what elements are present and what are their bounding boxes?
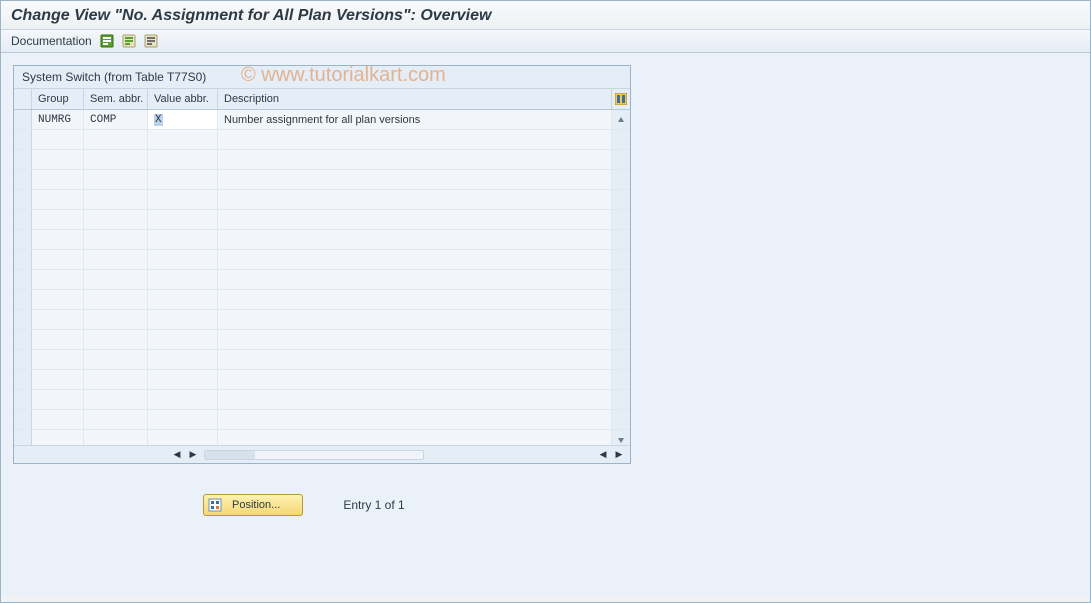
content-area: System Switch (from Table T77S0) Group S… [1, 53, 1090, 596]
cell-desc: Number assignment for all plan versions [218, 110, 612, 129]
scrollbar-track[interactable] [204, 450, 424, 460]
cell-value[interactable]: X [148, 110, 218, 129]
cell-group: NUMRG [32, 110, 84, 129]
position-button[interactable]: Position... [203, 494, 303, 516]
table-row[interactable]: NUMRG COMP X Number assignment for all p… [14, 110, 630, 130]
documentation-link[interactable]: Documentation [11, 34, 92, 48]
cell-sem: COMP [84, 110, 148, 129]
table-title: System Switch (from Table T77S0) [14, 66, 630, 89]
table-body: NUMRG COMP X Number assignment for all p… [14, 110, 630, 445]
scrollbar-thumb[interactable] [205, 451, 255, 459]
toolbar-icon-3[interactable] [144, 34, 158, 48]
scroll-left-end-icon[interactable]: ◀ [596, 449, 610, 461]
position-icon [208, 498, 222, 512]
scroll-left-icon[interactable]: ◀ [170, 449, 184, 461]
toolbar-icon-2[interactable] [122, 34, 136, 48]
table-container: System Switch (from Table T77S0) Group S… [13, 65, 631, 464]
scroll-right-end-icon[interactable]: ▶ [612, 449, 626, 461]
scroll-right-inner-icon[interactable]: ▶ [186, 449, 200, 461]
col-group[interactable]: Group [32, 89, 84, 109]
col-sem-abbr[interactable]: Sem. abbr. [84, 89, 148, 109]
position-button-label: Position... [232, 499, 280, 511]
configure-columns-icon[interactable] [612, 89, 630, 109]
toolbar-icon-1[interactable] [100, 34, 114, 48]
scroll-up-icon[interactable] [612, 110, 630, 129]
col-description[interactable]: Description [218, 89, 612, 109]
scroll-down-icon[interactable] [612, 430, 630, 445]
page-title: Change View "No. Assignment for All Plan… [1, 1, 1090, 29]
toolbar: Documentation © www.tutorialkart.com [1, 29, 1090, 53]
row-selector-header [14, 89, 32, 109]
entry-status: Entry 1 of 1 [343, 498, 404, 512]
horizontal-scrollbar[interactable]: ◀ ▶ ◀ ▶ [14, 445, 630, 463]
table-header-row: Group Sem. abbr. Value abbr. Description [14, 89, 630, 110]
row-selector[interactable] [14, 110, 32, 129]
col-value-abbr[interactable]: Value abbr. [148, 89, 218, 109]
